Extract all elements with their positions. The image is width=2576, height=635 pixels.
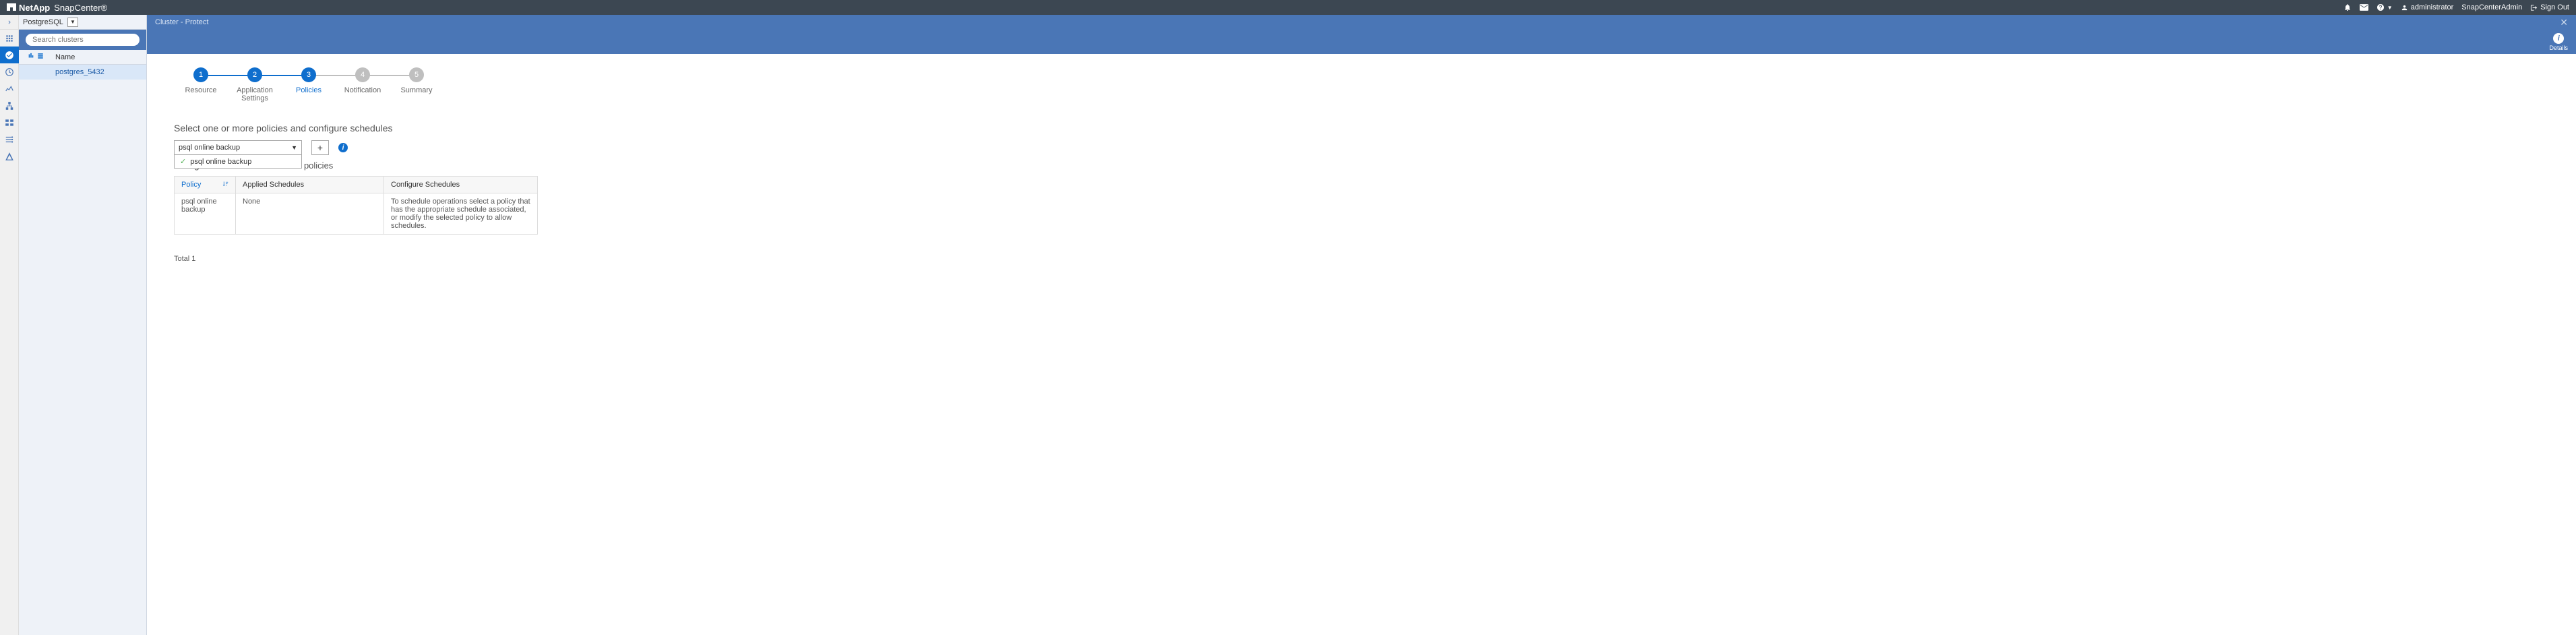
- step-number: 3: [301, 67, 316, 82]
- step-notification[interactable]: 4 Notification: [336, 67, 390, 94]
- role-link[interactable]: SnapCenterAdmin: [2461, 3, 2522, 11]
- sidebar-title: PostgreSQL: [23, 18, 63, 26]
- resource-name: postgres_5432: [53, 68, 146, 76]
- sort-icon: [222, 181, 228, 189]
- plus-icon: +: [317, 142, 323, 153]
- resource-column-header: Name: [19, 50, 146, 65]
- mail-icon[interactable]: [2360, 4, 2368, 11]
- sort-icon[interactable]: [28, 53, 34, 61]
- details-button[interactable]: i Details: [2549, 33, 2568, 51]
- step-label: Resource: [185, 86, 216, 94]
- cell-applied: None: [235, 193, 384, 234]
- cell-policy: psql online backup: [175, 193, 235, 234]
- col-applied[interactable]: Applied Schedules: [235, 177, 384, 193]
- brand-name: NetApp: [19, 3, 50, 13]
- info-icon: i: [2553, 33, 2564, 44]
- signout-link[interactable]: Sign Out: [2530, 3, 2569, 11]
- sidebar-dropdown-button[interactable]: ▼: [67, 18, 78, 27]
- policy-combo[interactable]: psql online backup ▼: [174, 140, 302, 155]
- nav-hosts-icon[interactable]: [0, 97, 19, 114]
- policy-option-label: psql online backup: [190, 158, 251, 166]
- step-label: Summary: [400, 86, 432, 94]
- main-container: PostgreSQL ▼ Name postgres_5432 Cluster …: [0, 15, 2576, 635]
- breadcrumb-bar: Cluster - Protect ✕: [147, 15, 2576, 30]
- wizard-area: 1 Resource 2 Application Settings 3 Poli…: [147, 54, 2576, 276]
- help-icon[interactable]: ▼: [2376, 3, 2393, 11]
- expand-nav-button[interactable]: [0, 15, 19, 30]
- notifications-icon[interactable]: [2343, 3, 2352, 11]
- step-number: 1: [193, 67, 208, 82]
- wizard-steps: 1 Resource 2 Application Settings 3 Poli…: [174, 67, 2549, 102]
- name-column-label: Name: [53, 53, 146, 61]
- step-resource[interactable]: 1 Resource: [174, 67, 228, 94]
- check-icon: ✓: [180, 157, 186, 166]
- nav-dashboard-icon[interactable]: [0, 30, 19, 47]
- cell-config: To schedule operations select a policy t…: [384, 193, 537, 234]
- policy-select-row: psql online backup ▼ + i ✓ psql online b…: [174, 140, 2549, 155]
- search-row: [19, 30, 146, 50]
- nav-reports-icon[interactable]: [0, 80, 19, 97]
- nav-settings-icon[interactable]: [0, 131, 19, 148]
- content-area: Cluster - Protect ✕ i Details 1 Resource…: [147, 15, 2576, 635]
- schedules-table-head: Policy Applied Schedules Configure Sched…: [175, 177, 537, 193]
- product-name: SnapCenter®: [54, 3, 107, 13]
- step-number: 4: [355, 67, 370, 82]
- sidebar: PostgreSQL ▼ Name postgres_5432: [19, 15, 147, 635]
- policy-dropdown: ✓ psql online backup: [174, 155, 302, 169]
- top-bar: NetApp SnapCenter® ▼ administrator SnapC…: [0, 0, 2576, 15]
- nav-resources-icon[interactable]: [0, 47, 19, 63]
- schedules-table: Policy Applied Schedules Configure Sched…: [174, 176, 538, 235]
- netapp-logo-icon: [7, 3, 16, 13]
- top-right-nav: ▼ administrator SnapCenterAdmin Sign Out: [2343, 3, 2569, 11]
- left-nav: [0, 15, 19, 635]
- resource-row[interactable]: postgres_5432: [19, 65, 146, 80]
- nav-alerts-icon[interactable]: [0, 148, 19, 164]
- col-config[interactable]: Configure Schedules: [384, 177, 537, 193]
- col-policy[interactable]: Policy: [175, 177, 235, 193]
- step-label: Policies: [296, 86, 321, 94]
- step-application-settings[interactable]: 2 Application Settings: [228, 67, 282, 102]
- filter-icon[interactable]: [37, 53, 44, 61]
- nav-storage-icon[interactable]: [0, 114, 19, 131]
- breadcrumb: Cluster - Protect: [155, 18, 208, 26]
- user-name: administrator: [2411, 3, 2454, 11]
- step-policies[interactable]: 3 Policies: [282, 67, 336, 94]
- action-band: i Details: [147, 30, 2576, 54]
- details-label: Details: [2549, 44, 2568, 51]
- schedules-heading: Configure schedules for selected policie…: [174, 160, 2549, 171]
- info-icon[interactable]: i: [338, 143, 348, 152]
- step-label: Application Settings: [228, 86, 282, 102]
- step-number: 2: [247, 67, 262, 82]
- total-row: Total 1: [174, 255, 2549, 263]
- chevron-down-icon: ▼: [291, 144, 297, 151]
- step-label: Notification: [344, 86, 381, 94]
- policy-combo-value: psql online backup: [179, 144, 240, 152]
- step-summary[interactable]: 5 Summary: [390, 67, 443, 94]
- schedules-table-row: psql online backup None To schedule oper…: [175, 193, 537, 234]
- add-policy-button[interactable]: +: [311, 140, 329, 155]
- search-input[interactable]: [26, 34, 140, 46]
- step-number: 5: [409, 67, 424, 82]
- policy-option[interactable]: ✓ psql online backup: [175, 155, 301, 168]
- close-icon[interactable]: ✕: [2560, 17, 2568, 28]
- signout-label: Sign Out: [2540, 3, 2569, 11]
- col-policy-label: Policy: [181, 181, 201, 189]
- brand: NetApp SnapCenter®: [7, 3, 107, 13]
- nav-monitor-icon[interactable]: [0, 63, 19, 80]
- user-link[interactable]: administrator: [2401, 3, 2454, 11]
- policies-heading: Select one or more policies and configur…: [174, 123, 2549, 133]
- sidebar-header: PostgreSQL ▼: [19, 15, 146, 30]
